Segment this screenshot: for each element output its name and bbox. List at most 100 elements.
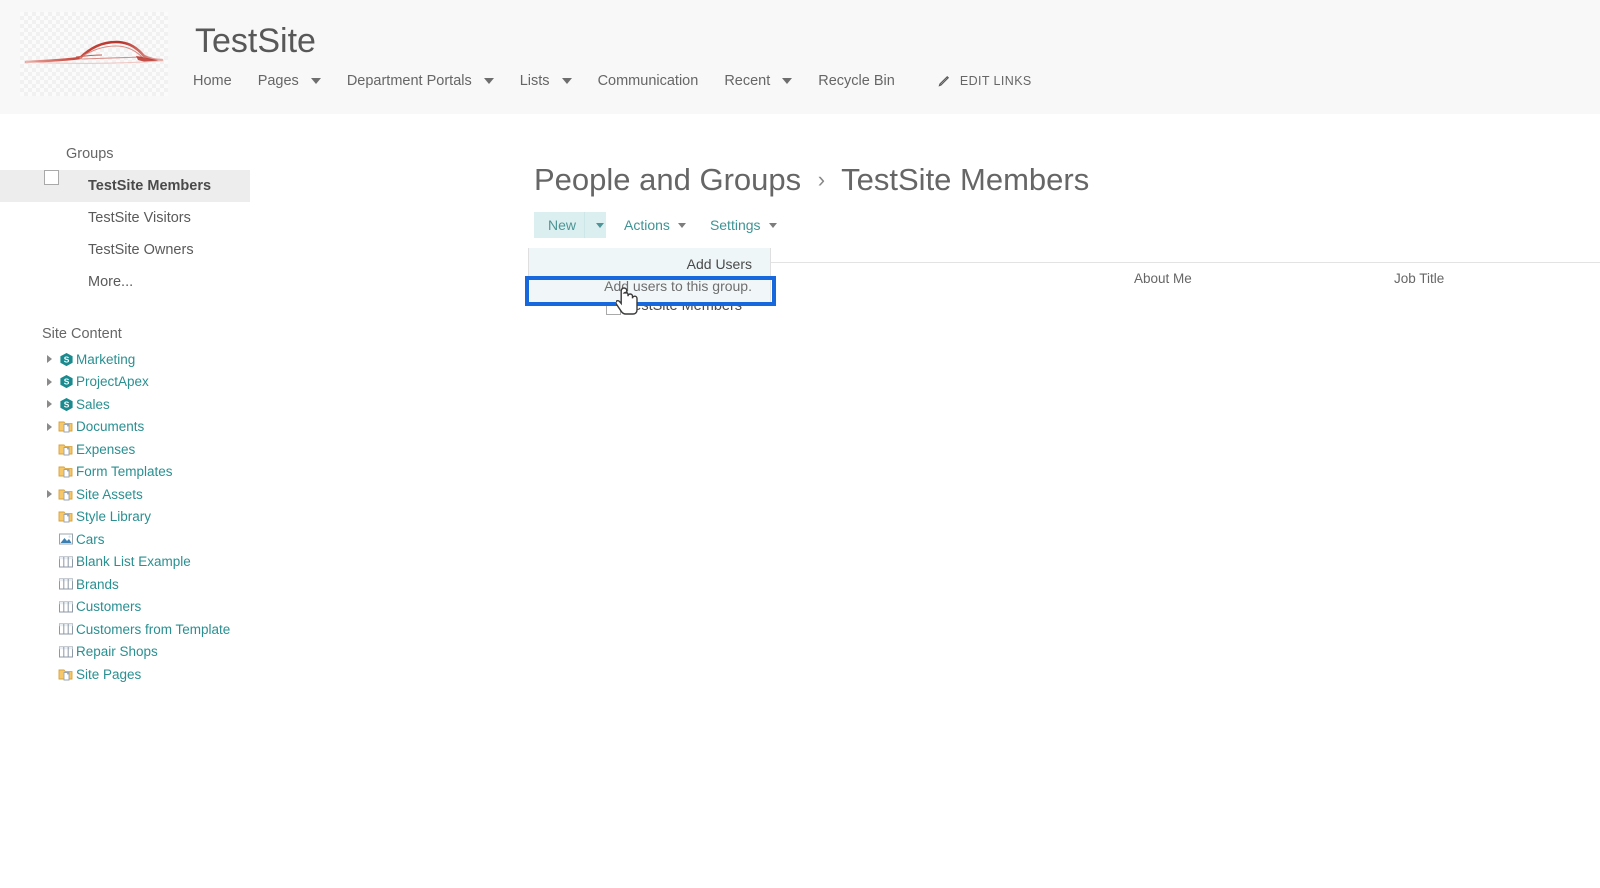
- groups-heading: Groups: [66, 146, 114, 162]
- expand-twisty-icon[interactable]: [42, 377, 56, 386]
- document-library-icon: [56, 487, 76, 502]
- breadcrumb-separator-icon: ›: [817, 167, 826, 192]
- tree-item-repair-shops[interactable]: Repair Shops: [0, 641, 500, 664]
- breadcrumb-current: TestSite Members: [841, 162, 1090, 197]
- menu-item-description[interactable]: Add users to this group.: [529, 275, 760, 298]
- document-library-icon: [56, 464, 76, 479]
- nav-label: Home: [193, 73, 232, 89]
- list-icon: [56, 577, 76, 591]
- group-toolbar: New Actions Settings: [534, 212, 1600, 238]
- site-content-heading: Site Content: [42, 326, 122, 342]
- group-label: More...: [88, 274, 134, 290]
- tree-item-label[interactable]: Repair Shops: [76, 644, 158, 659]
- tree-item-label[interactable]: Customers from Template: [76, 622, 230, 637]
- picture-library-icon: [56, 532, 76, 546]
- sidebar-item-testsite-owners[interactable]: TestSite Owners: [0, 234, 500, 266]
- actions-menu-button[interactable]: Actions: [606, 212, 692, 238]
- expand-twisty-icon[interactable]: [42, 400, 56, 409]
- tree-item-label[interactable]: ProjectApex: [76, 374, 149, 389]
- sharepoint-site-icon: S: [56, 397, 76, 412]
- new-button[interactable]: New: [534, 212, 585, 238]
- nav-label: Lists: [519, 73, 550, 89]
- expand-twisty-icon[interactable]: [42, 422, 56, 431]
- tree-item-documents[interactable]: Documents: [0, 416, 500, 439]
- page-site-title: TestSite: [195, 22, 316, 60]
- tree-item-customers[interactable]: Customers: [0, 596, 500, 619]
- svg-text:S: S: [63, 354, 69, 364]
- tree-item-marketing[interactable]: S Marketing: [0, 348, 500, 371]
- tree-item-projectapex[interactable]: S ProjectApex: [0, 371, 500, 394]
- tree-item-label[interactable]: Documents: [76, 419, 144, 434]
- breadcrumb: People and Groups › TestSite Members: [500, 140, 1600, 198]
- groups-list: TestSite Members TestSite Visitors TestS…: [0, 170, 500, 298]
- document-library-icon: [56, 509, 76, 524]
- chevron-down-icon[interactable]: [561, 78, 572, 84]
- tree-item-label[interactable]: Site Pages: [76, 667, 141, 682]
- expand-twisty-icon[interactable]: [42, 355, 56, 364]
- tree-item-label[interactable]: Expenses: [76, 442, 135, 457]
- tree-item-brands[interactable]: Brands: [0, 573, 500, 596]
- nav-item-communication[interactable]: Communication: [598, 73, 699, 89]
- tree-item-cars[interactable]: Cars: [0, 528, 500, 551]
- tree-item-label[interactable]: Customers: [76, 599, 141, 614]
- edit-links-label: EDIT LINKS: [959, 74, 1032, 88]
- nav-item-recent[interactable]: Recent: [724, 73, 793, 89]
- top-navigation: Home Pages Department Portals Lists Comm…: [193, 68, 1032, 94]
- list-icon: [56, 622, 76, 636]
- settings-menu-button[interactable]: Settings: [692, 212, 783, 238]
- nav-item-department-portals[interactable]: Department Portals: [347, 73, 494, 89]
- tree-item-site-assets[interactable]: Site Assets: [0, 483, 500, 506]
- tree-item-label[interactable]: Style Library: [76, 509, 151, 524]
- tree-item-label[interactable]: Sales: [76, 397, 110, 412]
- tree-item-form-templates[interactable]: Form Templates: [0, 461, 500, 484]
- edit-links-button[interactable]: EDIT LINKS: [937, 74, 1032, 88]
- chevron-down-icon: [768, 222, 777, 228]
- tree-item-label[interactable]: Blank List Example: [76, 554, 191, 569]
- site-content-tree: S Marketing S ProjectApex S Sales Docume…: [0, 348, 500, 686]
- document-library-icon: [56, 419, 76, 434]
- tree-item-label[interactable]: Site Assets: [76, 487, 143, 502]
- sidebar-item-more[interactable]: More...: [0, 266, 500, 298]
- list-icon: [56, 555, 76, 569]
- chevron-down-icon[interactable]: [310, 78, 321, 84]
- list-icon: [56, 645, 76, 659]
- car-silhouette-logo-icon: [24, 40, 164, 64]
- tree-item-label[interactable]: Brands: [76, 577, 119, 592]
- nav-item-lists[interactable]: Lists: [520, 73, 572, 89]
- tree-item-expenses[interactable]: Expenses: [0, 438, 500, 461]
- column-header-job-title[interactable]: Job Title: [1394, 271, 1444, 286]
- sidebar-item-testsite-members[interactable]: TestSite Members: [0, 170, 250, 202]
- chevron-down-icon[interactable]: [782, 78, 793, 84]
- site-header: TestSite Home Pages Department Portals L…: [0, 0, 1600, 114]
- tree-item-label[interactable]: Cars: [76, 532, 105, 547]
- menu-item-add-users[interactable]: Add Users Add users to this group.: [529, 254, 770, 298]
- breadcrumb-parent[interactable]: People and Groups: [534, 162, 801, 197]
- column-header-about-me[interactable]: About Me: [1134, 271, 1192, 286]
- svg-text:S: S: [63, 399, 69, 409]
- main-content: People and Groups › TestSite Members New…: [500, 140, 1600, 315]
- new-dropdown-toggle[interactable]: [584, 212, 607, 238]
- nav-label: Pages: [257, 73, 299, 89]
- sharepoint-site-icon: S: [56, 352, 76, 367]
- tree-item-sales[interactable]: S Sales: [0, 393, 500, 416]
- select-all-checkbox[interactable]: [44, 170, 59, 185]
- tree-item-site-pages[interactable]: Site Pages: [0, 663, 500, 686]
- tree-item-blank-list-example[interactable]: Blank List Example: [0, 551, 500, 574]
- tree-item-customers-from-template[interactable]: Customers from Template: [0, 618, 500, 641]
- document-library-icon: [56, 442, 76, 457]
- chevron-down-icon[interactable]: [483, 78, 494, 84]
- sharepoint-site-icon: S: [56, 374, 76, 389]
- group-label: TestSite Visitors: [88, 210, 191, 226]
- expand-twisty-icon[interactable]: [42, 490, 56, 499]
- nav-item-pages[interactable]: Pages: [258, 73, 321, 89]
- menu-item-title[interactable]: Add Users: [529, 254, 760, 275]
- site-logo[interactable]: [20, 12, 168, 96]
- chevron-down-icon: [595, 222, 604, 228]
- tree-item-style-library[interactable]: Style Library: [0, 506, 500, 529]
- nav-item-home[interactable]: Home: [193, 73, 232, 89]
- tree-item-label[interactable]: Marketing: [76, 352, 135, 367]
- nav-item-recycle-bin[interactable]: Recycle Bin: [818, 73, 895, 89]
- sidebar-item-testsite-visitors[interactable]: TestSite Visitors: [0, 202, 500, 234]
- tree-item-label[interactable]: Form Templates: [76, 464, 173, 479]
- group-label: TestSite Members: [88, 178, 212, 194]
